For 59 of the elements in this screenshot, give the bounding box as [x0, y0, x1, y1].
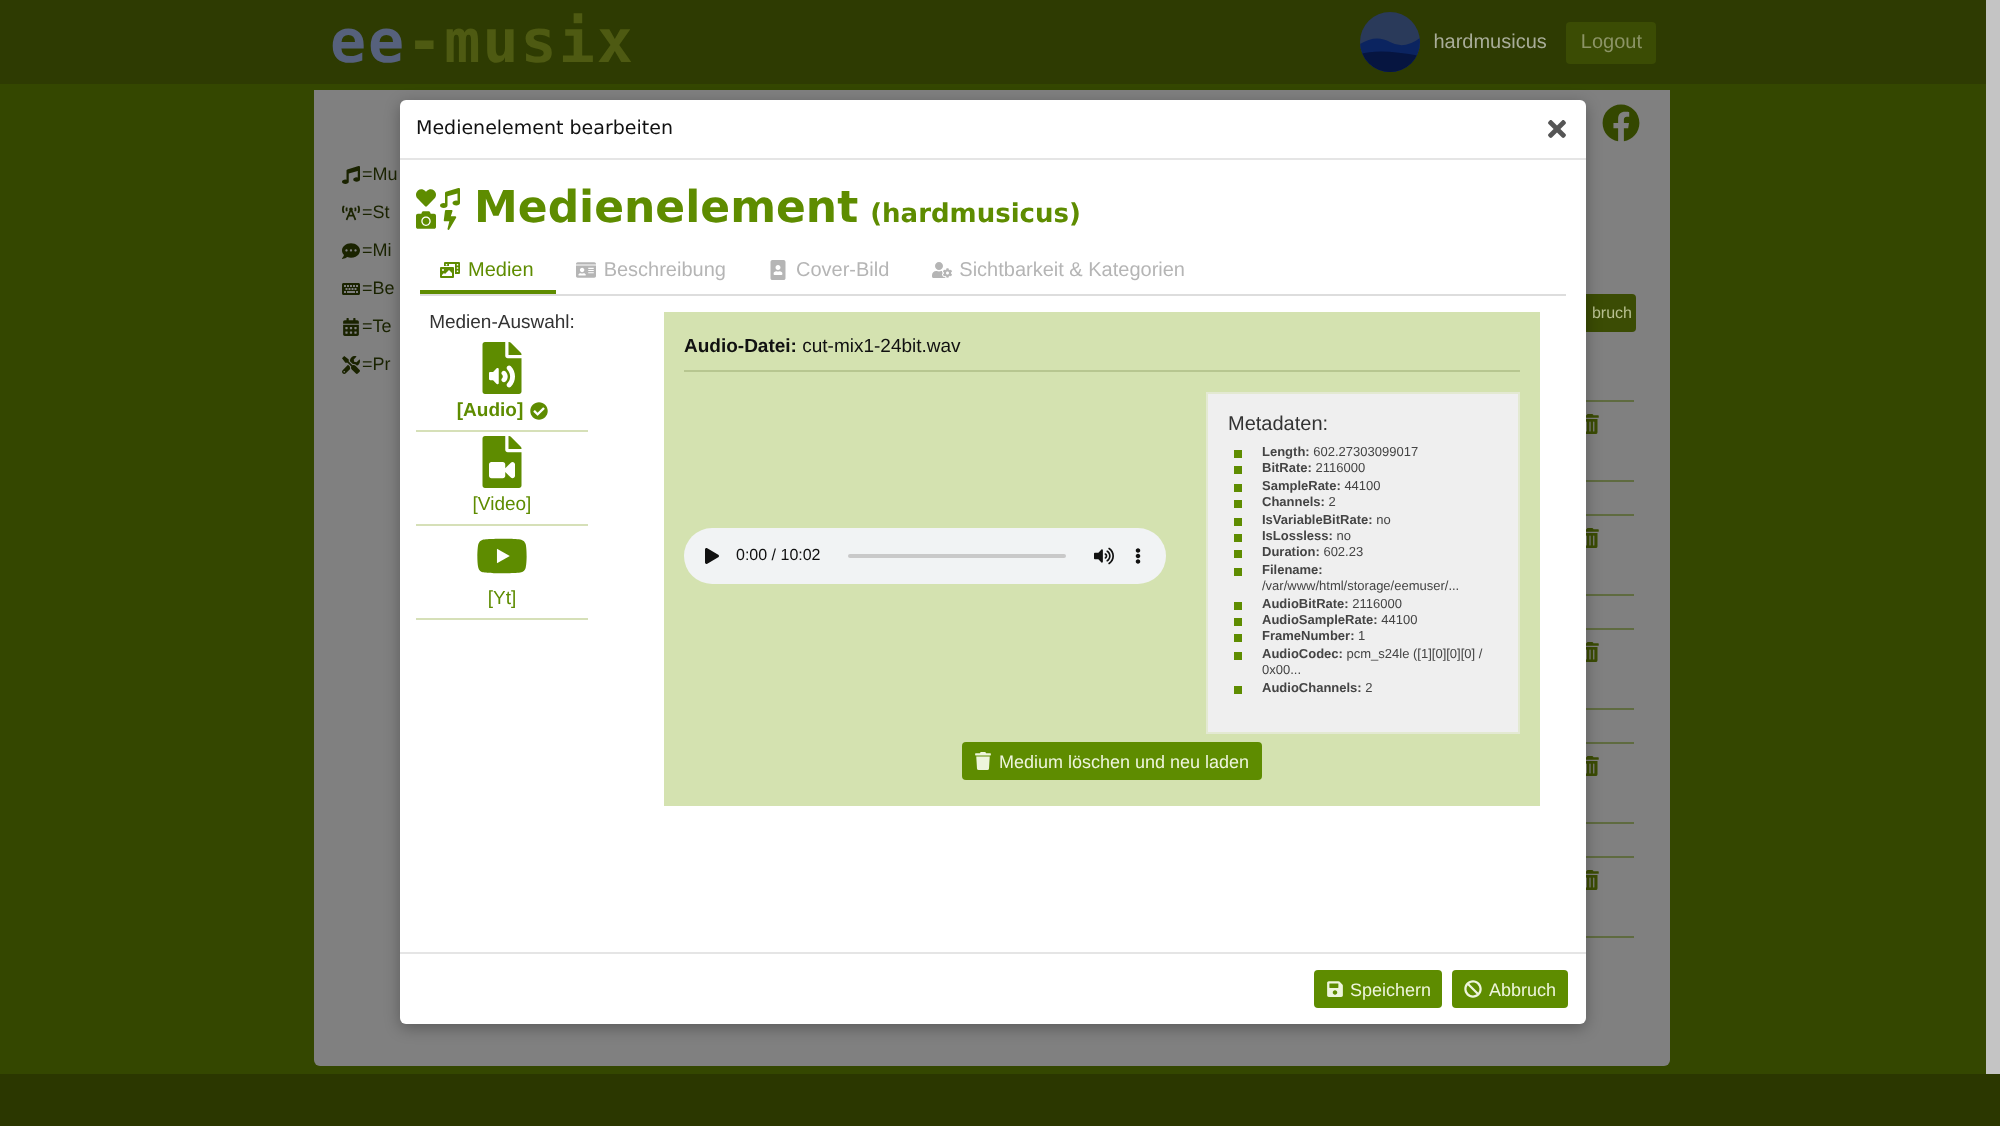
bullet-icon — [1234, 567, 1242, 576]
tab[interactable]: Medien — [420, 250, 556, 294]
photo-video-icon — [440, 260, 460, 280]
play-icon[interactable] — [704, 547, 720, 563]
trash-icon — [974, 752, 993, 770]
save-icon — [1325, 980, 1344, 998]
tab[interactable]: Sichtbarkeit & Kategorien — [911, 250, 1207, 294]
bullet-icon — [1234, 500, 1242, 509]
bullet-icon — [1234, 601, 1242, 610]
tab[interactable]: Cover-Bild — [747, 250, 912, 294]
nav-icon — [342, 165, 360, 183]
bullet-icon — [1234, 450, 1242, 458]
user-gear-icon — [931, 260, 952, 280]
owner-name: (hardmusicus) — [870, 200, 1081, 230]
username: hardmusicus — [1433, 31, 1547, 53]
nav-item[interactable]: =St — [362, 202, 390, 222]
bullet-icon — [1234, 483, 1242, 492]
bullet-icon — [1234, 634, 1242, 643]
bullet-icon — [1234, 618, 1242, 627]
bullet-icon — [1234, 685, 1242, 694]
more-icon[interactable] — [1130, 547, 1146, 563]
save-button[interactable]: Speichern — [1313, 970, 1443, 1008]
ban-icon — [1464, 980, 1483, 998]
delete-button[interactable]: Medium löschen und neu laden — [962, 742, 1262, 780]
bullet-icon — [1234, 651, 1242, 660]
playback-time: 0:00 / 10:02 — [736, 546, 821, 564]
bullet-icon — [1234, 517, 1242, 526]
nav-item[interactable]: =Pr — [362, 354, 391, 374]
id-card-icon — [575, 260, 596, 280]
media-choice-label: Medien-Auswahl: — [427, 312, 577, 334]
bullet-icon — [1234, 534, 1242, 543]
close-icon[interactable] — [1544, 116, 1570, 142]
nav-icon — [342, 355, 360, 373]
scrollbar[interactable] — [1986, 0, 2000, 1074]
dialog-heading: Medienelement — [474, 184, 859, 234]
nav-item[interactable]: =Te — [362, 316, 392, 336]
check-icon — [529, 402, 548, 420]
media-icon — [416, 188, 462, 230]
media-choice[interactable]: [Video] — [416, 432, 588, 526]
bullet-icon — [1234, 550, 1242, 559]
nav-icon — [342, 241, 360, 259]
bullet-icon — [1234, 466, 1242, 475]
volume-icon[interactable] — [1094, 545, 1114, 565]
dialog-title: Medienelement bearbeiten — [416, 118, 675, 140]
nav-icon — [342, 317, 360, 335]
cancel-button[interactable]: Abbruch — [1452, 970, 1568, 1008]
metadata-title: Metadaten: — [1228, 414, 1331, 436]
avatar — [1359, 12, 1420, 72]
nav-item[interactable]: =Be — [362, 278, 395, 298]
portrait-icon — [767, 260, 788, 280]
nav-icon — [342, 203, 360, 221]
tab[interactable]: Beschreibung — [555, 250, 748, 294]
nav-icon — [342, 279, 360, 297]
nav-item[interactable]: =Mi — [362, 240, 392, 260]
file-name: Audio-Datei: cut-mix1-24bit.wav — [684, 332, 1520, 372]
logout-button[interactable]: Logout — [1566, 21, 1656, 63]
media-choice[interactable]: [Audio] — [416, 338, 588, 432]
nav-item[interactable]: =Mu — [362, 164, 398, 184]
facebook-icon[interactable] — [1602, 104, 1640, 142]
